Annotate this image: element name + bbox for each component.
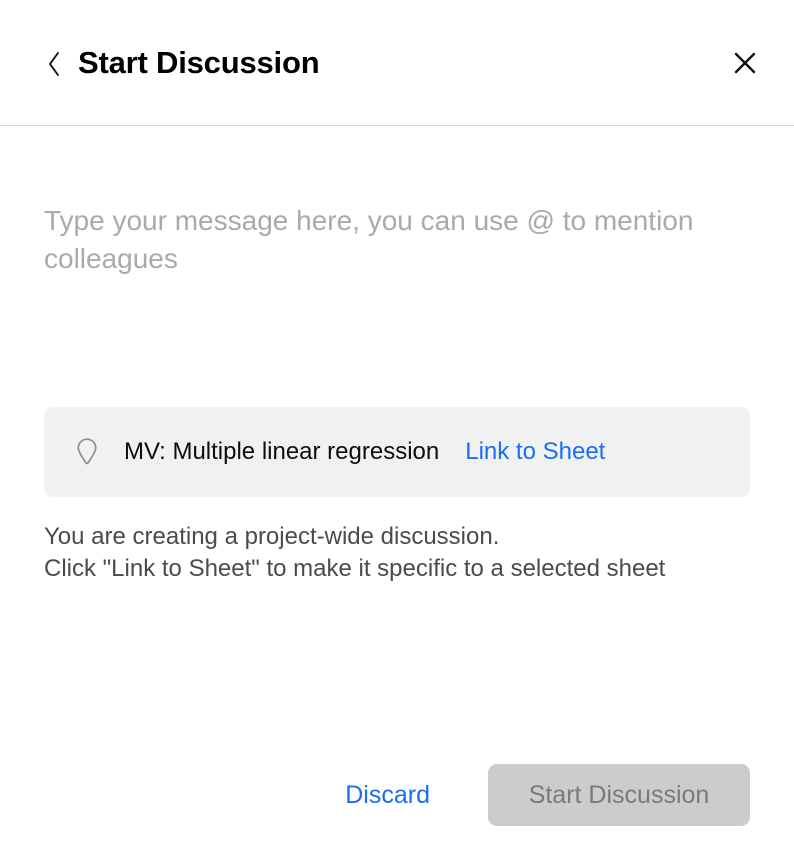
- hint-text: You are creating a project-wide discussi…: [44, 521, 750, 585]
- dialog-body: Type your message here, you can use @ to…: [0, 126, 794, 764]
- sheet-link-card: MV: Multiple linear regression Link to S…: [44, 407, 750, 497]
- message-placeholder[interactable]: Type your message here, you can use @ to…: [44, 202, 704, 278]
- header-left-group: Start Discussion: [44, 45, 319, 81]
- chevron-left-icon[interactable]: [44, 47, 64, 81]
- start-discussion-button[interactable]: Start Discussion: [488, 764, 750, 826]
- close-icon[interactable]: [728, 46, 762, 80]
- dialog-header: Start Discussion: [0, 0, 794, 126]
- link-to-sheet-button[interactable]: Link to Sheet: [465, 438, 605, 466]
- dialog-footer: Discard Start Discussion: [0, 764, 794, 850]
- start-discussion-dialog: Start Discussion Type your message here,…: [0, 0, 794, 858]
- message-input-area[interactable]: Type your message here, you can use @ to…: [44, 202, 750, 407]
- sheet-name-label: MV: Multiple linear regression: [124, 438, 439, 466]
- location-pin-icon: [72, 435, 102, 469]
- page-title: Start Discussion: [78, 47, 319, 78]
- discard-button[interactable]: Discard: [345, 781, 430, 810]
